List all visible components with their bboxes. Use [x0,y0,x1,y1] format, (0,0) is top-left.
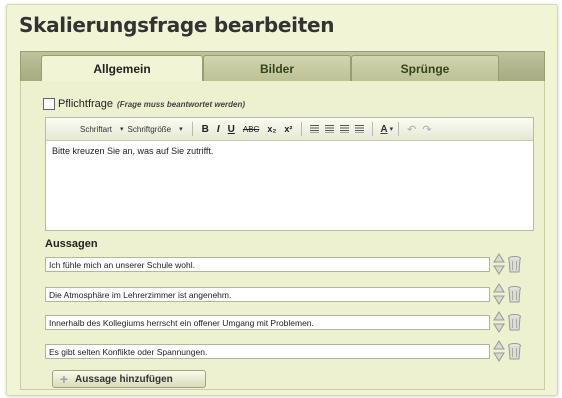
mandatory-row: Pflichtfrage (Frage muss beantwortet wer… [43,98,245,110]
undo-icon[interactable]: ↶ [407,123,416,136]
tab-spruenge[interactable]: Sprünge [351,55,499,82]
align-center-icon[interactable] [325,125,335,133]
statements-heading: Aussagen [45,238,98,250]
dialog-title: Skalierungsfrage bearbeiten [19,13,335,37]
trash-icon[interactable] [508,343,521,360]
mandatory-checkbox[interactable] [43,98,55,110]
font-size-label: Schriftgröße [127,124,172,134]
chevron-down-icon[interactable]: ▾ [390,125,394,133]
plus-icon: + [59,371,69,387]
statement-controls [493,253,527,275]
align-justify-icon[interactable] [355,125,365,133]
font-family-dropdown[interactable]: Schriftart ▾ [80,125,124,134]
font-family-label: Schriftart [80,124,113,134]
trash-icon[interactable] [508,314,521,331]
toolbar-divider [301,122,303,136]
up-down-arrows-icon[interactable] [493,340,505,362]
align-right-icon[interactable] [340,125,350,133]
trash-icon[interactable] [508,286,521,303]
toolbar-divider [398,122,400,136]
subscript-button[interactable]: x₂ [267,124,276,134]
chevron-down-icon: ▾ [120,126,124,133]
mandatory-note: (Frage muss beantwortet werden) [117,99,246,109]
editor-toolbar: Schriftart ▾ Schriftgröße ▾ B I U ABC x₂ x… [46,118,533,141]
chevron-down-icon: ▾ [179,126,183,133]
up-down-arrows-icon[interactable] [493,311,505,333]
tab-bilder[interactable]: Bilder [203,55,351,82]
edit-dialog: Skalierungsfrage bearbeiten Allgemein Bi… [6,4,558,396]
question-editor: Schriftart ▾ Schriftgröße ▾ B I U ABC x₂ x… [45,117,534,231]
bold-button[interactable]: B [202,124,209,135]
italic-button[interactable]: I [217,124,220,135]
statement-input[interactable]: Ich fühle mich an unserer Schule wohl. [45,257,490,272]
font-size-dropdown[interactable]: Schriftgröße ▾ [128,125,183,134]
statement-controls [493,311,527,333]
tab-panel-allgemein: Pflichtfrage (Frage muss beantwortet wer… [20,81,545,390]
font-color-button[interactable]: A [380,124,387,135]
statement-controls [493,340,527,362]
redo-icon[interactable]: ↷ [422,123,431,136]
align-left-icon[interactable] [310,125,320,133]
add-statement-label: Aussage hinzufügen [75,373,173,385]
superscript-button[interactable]: x² [284,124,292,134]
editor-content[interactable]: Bitte kreuzen Sie an, was auf Sie zutrif… [46,141,533,161]
underline-button[interactable]: U [228,124,235,135]
up-down-arrows-icon[interactable] [493,283,505,305]
tab-allgemein[interactable]: Allgemein [41,55,203,83]
mandatory-label[interactable]: Pflichtfrage [58,98,113,110]
add-statement-button[interactable]: + Aussage hinzufügen [52,370,206,388]
strikethrough-button[interactable]: ABC [243,125,259,134]
statement-input[interactable]: Die Atmosphäre im Lehrerzimmer ist angen… [45,287,490,302]
trash-icon[interactable] [508,256,521,273]
up-down-arrows-icon[interactable] [493,253,505,275]
toolbar-divider [372,122,374,136]
statement-input[interactable]: Innerhalb des Kollegiums herrscht ein of… [45,315,490,330]
toolbar-divider [191,122,193,136]
statement-controls [493,283,527,305]
tab-bar: Allgemein Bilder Sprünge [20,51,545,83]
statement-input[interactable]: Es gibt selten Konflikte oder Spannungen… [45,344,490,359]
